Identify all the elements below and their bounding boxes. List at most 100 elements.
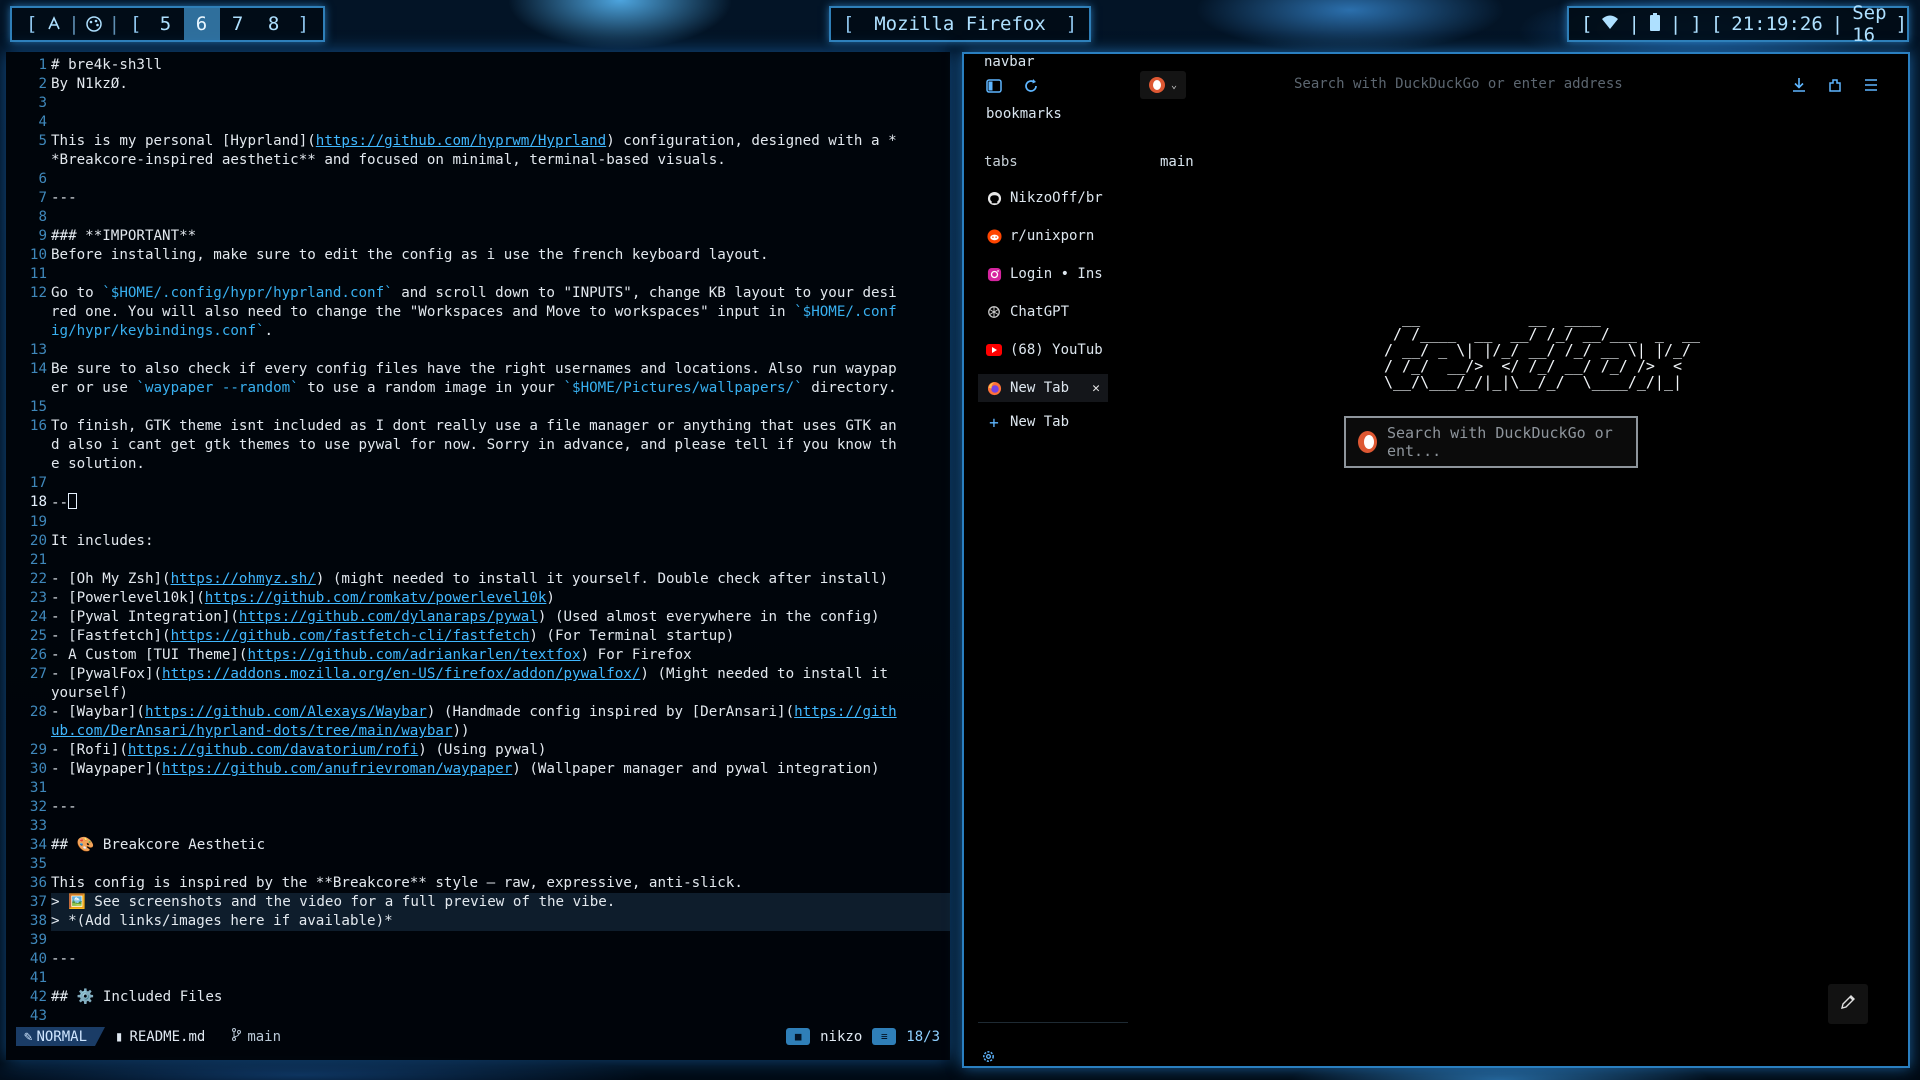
editor-line[interactable]: 22- [Oh My Zsh](https://ohmyz.sh/) (migh… [6,570,950,589]
editor-line[interactable]: 30- [Waypaper](https://github.com/anufri… [6,760,950,779]
editor-line[interactable]: 3 [6,94,950,113]
editor-line[interactable]: er or use `waypaper --random` to use a r… [6,379,950,398]
line-text: er or use `waypaper --random` to use a r… [51,380,897,396]
editor-line[interactable]: 15 [6,398,950,417]
editor-line[interactable]: e solution. [6,455,950,474]
close-tab-icon[interactable]: ✕ [1092,381,1100,396]
editor-line[interactable]: 12 Go to `$HOME/.config/hypr/hyprland.con… [6,284,950,303]
editor-line[interactable]: 14 Be sure to also check if every config … [6,360,950,379]
line-number: 18 [29,494,47,510]
editor-window[interactable]: 1 # bre4k-sh3ll 2 By N1kzØ. 3 4 5 This is my pe… [6,52,950,1060]
line-number: 16 [29,418,47,434]
editor-line[interactable]: 33 [6,817,950,836]
window-title: Mozilla Firefox [874,13,1046,35]
editor-line[interactable]: 13 [6,341,950,360]
editor-line[interactable]: 16 To finish, GTK theme isnt included as … [6,417,950,436]
editor-line[interactable]: 34 ## 🎨 Breakcore Aesthetic [6,836,950,855]
workspace-6[interactable]: 6 [183,8,220,40]
extensions-icon[interactable] [1826,76,1844,94]
editor-line[interactable]: 35 [6,855,950,874]
tab-reddit[interactable]: r/unixporn [978,222,1108,250]
editor-line[interactable]: 11 [6,265,950,284]
bracket-open: [ [842,13,855,35]
editor-line[interactable]: 38 > *(Add links/images here if available… [6,912,950,931]
editor-line[interactable]: 27- [PywalFox](https://addons.mozilla.or… [6,665,950,684]
editor-line[interactable]: 23- [Powerlevel10k](https://github.com/r… [6,589,950,608]
editor-line[interactable]: ub.com/DerAnsari/hyprland-dots/tree/main… [6,722,950,741]
clock-time[interactable]: 21:19:26 [1731,13,1823,35]
sidebar-divider [978,1022,1128,1023]
firefox-window[interactable]: navbar ⌄ Search with DuckDuckGo or enter… [962,52,1910,1068]
tab-chatgpt[interactable]: ChatGPT [978,298,1108,326]
editor-line[interactable]: 20 It includes: [6,532,950,551]
tab-new-tab-active[interactable]: New Tab ✕ [978,374,1108,402]
search-engine-button[interactable]: ⌄ [1140,71,1186,99]
editor-line[interactable]: 10 Before installing, make sure to edit t… [6,246,950,265]
address-bar[interactable]: Search with DuckDuckGo or enter address [1294,76,1714,92]
workspace-8[interactable]: 8 [256,8,292,40]
editor-buffer[interactable]: 1 # bre4k-sh3ll 2 By N1kzØ. 3 4 5 This is my pe… [6,56,950,1026]
workspace-7[interactable]: 7 [220,8,256,40]
line-number: 2 [38,76,47,92]
editor-line[interactable]: 37 > 🖼️ See screenshots and the video for… [6,893,950,912]
editor-line[interactable]: 29- [Rofi](https://github.com/davatorium… [6,741,950,760]
editor-line[interactable]: d also i cant get gtk themes to use pywa… [6,436,950,455]
editor-line[interactable]: 18 -- [6,493,950,513]
sidebar-toggle-icon[interactable] [986,78,1002,94]
editor-line[interactable]: *Breakcore-inspired aesthetic** and focu… [6,151,950,170]
text-cursor [68,493,78,509]
editor-line[interactable]: 5 This is my personal [Hyprland](https://… [6,132,950,151]
palette-icon[interactable] [84,13,105,35]
editor-line[interactable]: 7 --- [6,189,950,208]
editor-line[interactable]: 42 ## ⚙️ Included Files [6,988,950,1007]
editor-line[interactable]: 28- [Waybar](https://github.com/Alexays/… [6,703,950,722]
battery-icon[interactable] [1649,12,1661,36]
line-number: 23 [29,590,47,606]
editor-line[interactable]: 1 # bre4k-sh3ll [6,56,950,75]
tab-instagram[interactable]: Login • Ins [978,260,1108,288]
editor-line[interactable]: 25- [Fastfetch](https://github.com/fastf… [6,627,950,646]
hyprland-icon[interactable] [43,13,64,35]
menu-icon[interactable] [1862,76,1880,94]
customize-pen-button[interactable] [1828,984,1868,1024]
line-number: 28 [29,704,47,720]
new-tab-button[interactable]: + New Tab [978,412,1108,432]
line-number: 3 [38,95,47,111]
editor-line[interactable]: 31 [6,779,950,798]
editor-line[interactable]: 43 [6,1007,950,1026]
editor-line[interactable]: 9 ### **IMPORTANT** [6,227,950,246]
duckduckgo-icon [1148,77,1165,93]
newtab-search-box[interactable]: Search with DuckDuckGo or ent... [1344,416,1638,468]
editor-line[interactable]: 6 [6,170,950,189]
editor-line[interactable]: 36 This config is inspired by the **Break… [6,874,950,893]
tab-github[interactable]: NikzoOff/br [978,184,1108,212]
line-number: 22 [29,571,47,587]
line-text: yourself) [51,685,128,701]
clock-date[interactable]: Sep 16 [1852,2,1886,46]
editor-line[interactable]: 41 [6,969,950,988]
tab-youtube[interactable]: (68) YouTub [978,336,1108,364]
workspace-5[interactable]: 5 [148,8,184,40]
editor-line[interactable]: 26- A Custom [TUI Theme](https://github.… [6,646,950,665]
reload-icon[interactable] [1022,77,1040,95]
editor-line[interactable]: 19 [6,513,950,532]
editor-line[interactable]: 21 [6,551,950,570]
tab-title: (68) YouTub [1010,342,1103,358]
settings-gear-icon[interactable] [980,1048,996,1064]
line-number: 38 [29,913,47,929]
editor-line[interactable]: 4 [6,113,950,132]
editor-line[interactable]: ig/hypr/keybindings.conf`. [6,322,950,341]
editor-line[interactable]: 17 [6,474,950,493]
wifi-icon[interactable] [1601,13,1619,35]
editor-line[interactable]: 24- [Pywal Integration](https://github.c… [6,608,950,627]
editor-line[interactable]: yourself) [6,684,950,703]
line-text [51,931,950,950]
editor-line[interactable]: 2 By N1kzØ. [6,75,950,94]
editor-line[interactable]: 40 --- [6,950,950,969]
download-icon[interactable] [1790,76,1808,94]
editor-line[interactable]: 39 [6,931,950,950]
editor-line[interactable]: 32 --- [6,798,950,817]
editor-line[interactable]: 8 [6,208,950,227]
editor-line[interactable]: red one. You will also need to change th… [6,303,950,322]
youtube-icon [986,342,1002,358]
